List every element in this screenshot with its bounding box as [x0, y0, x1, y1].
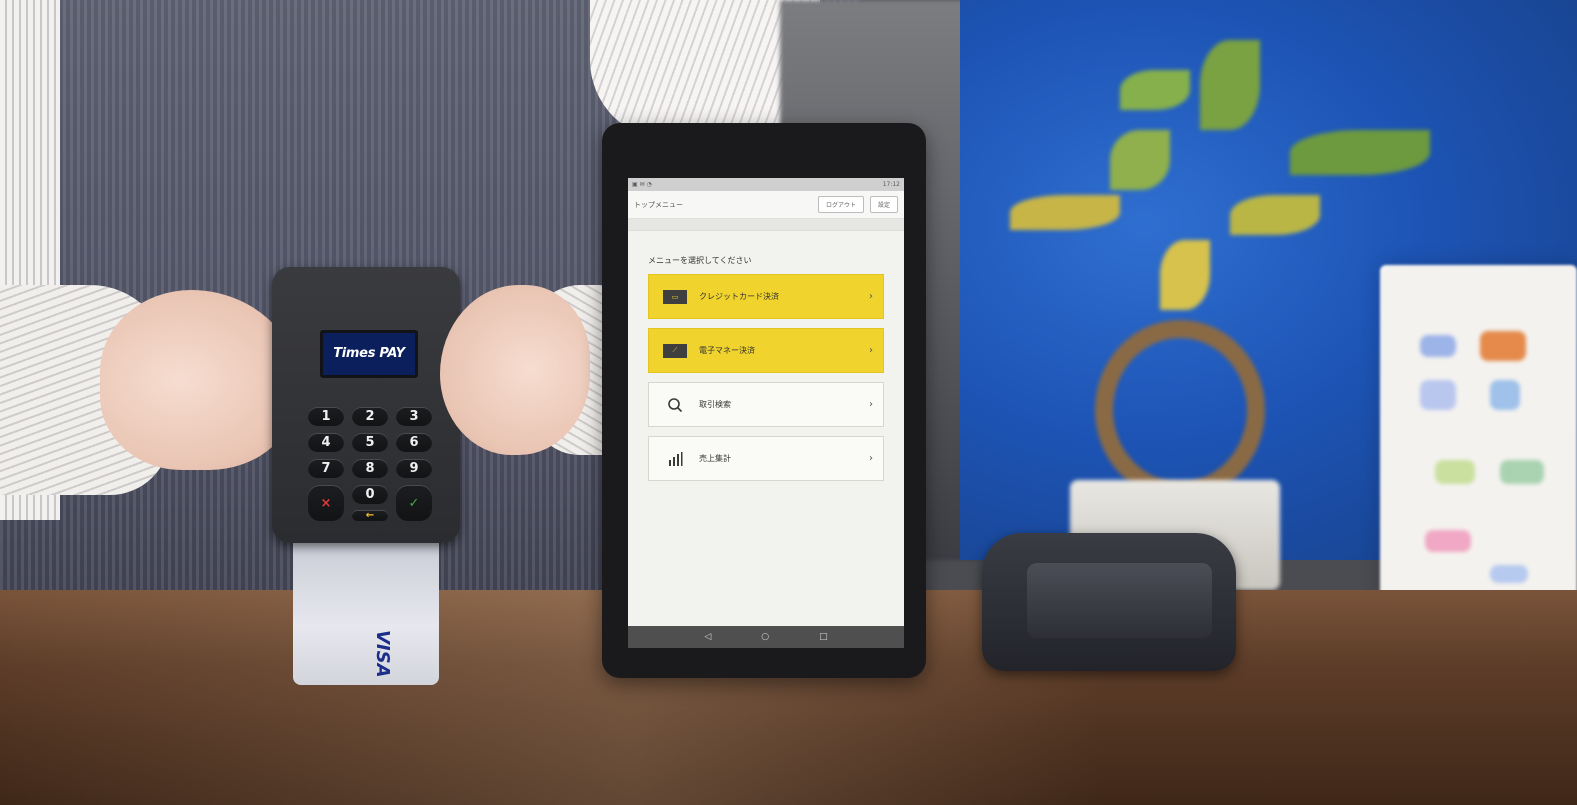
plant-leaf: [1290, 130, 1430, 175]
brand-logo: [1490, 380, 1520, 410]
card-reader: Times PAY 1 2 3 4 5 6 7 8 9 × 0 ← ✓: [272, 267, 460, 543]
menu-item-label: 売上集計: [699, 454, 731, 463]
menu-item-sales-summary[interactable]: 売上集計 ›: [648, 436, 884, 481]
chevron-right-icon: ›: [869, 291, 873, 302]
key-8[interactable]: 8: [352, 459, 388, 478]
recent-apps-icon[interactable]: □: [819, 632, 828, 642]
chevron-right-icon: ›: [869, 399, 873, 410]
brand-logo: [1420, 380, 1456, 410]
plant-leaf: [1110, 130, 1170, 190]
reader-keypad: 1 2 3 4 5 6 7 8 9 × 0 ← ✓: [308, 407, 432, 521]
back-icon[interactable]: ◁: [704, 632, 711, 642]
chevron-right-icon: ›: [869, 453, 873, 464]
menu-prompt: メニューを選択してください: [648, 256, 752, 265]
home-icon[interactable]: ○: [761, 632, 769, 642]
clear-key[interactable]: ←: [352, 510, 388, 521]
app-bar-actions: ログアウト 設定: [817, 196, 898, 213]
receipt-printer: [982, 533, 1236, 671]
menu-item-label: 取引検索: [699, 400, 731, 409]
brand-logo: [1480, 331, 1526, 361]
menu-item-transaction-search[interactable]: 取引検索 ›: [648, 382, 884, 427]
chevron-right-icon: ›: [869, 345, 873, 356]
plant-leaf: [1160, 240, 1210, 310]
plant-leaf: [1230, 195, 1320, 235]
credit-card: VISA: [293, 540, 439, 685]
menu-item-credit-card[interactable]: ▭ クレジットカード決済 ›: [648, 274, 884, 319]
breadcrumb-bar: [628, 219, 904, 231]
key-1[interactable]: 1: [308, 407, 344, 426]
plant-trunk: [1095, 320, 1265, 500]
key-0[interactable]: 0: [352, 485, 388, 504]
reader-display: Times PAY: [320, 330, 418, 378]
tablet-screen: ▣ ✉ ◔ 17:12 トップメニュー ログアウト 設定 メニューを選択してくだ…: [628, 178, 904, 648]
main-menu: ▭ クレジットカード決済 › ⟋ 電子マネー決済 › 取引検索 › 売上集計 ›: [648, 274, 884, 481]
key-4[interactable]: 4: [308, 433, 344, 452]
visa-logo: VISA: [372, 630, 393, 678]
logout-button[interactable]: ログアウト: [817, 196, 864, 213]
app-bar: トップメニュー ログアウト 設定: [628, 191, 904, 219]
key-2[interactable]: 2: [352, 407, 388, 426]
photo-scene: VISA Times PAY 1 2 3 4 5 6 7 8 9 × 0 ← ✓: [0, 0, 1577, 805]
plant-leaf: [1200, 40, 1260, 130]
credit-card-icon: ▭: [663, 289, 687, 304]
key-7[interactable]: 7: [308, 459, 344, 478]
status-bar: ▣ ✉ ◔ 17:12: [628, 178, 904, 191]
brand-logo: [1420, 335, 1456, 357]
page-title: トップメニュー: [634, 200, 683, 209]
cancel-key[interactable]: ×: [308, 485, 344, 521]
plant-leaf: [1010, 195, 1120, 230]
brand-logo: [1425, 530, 1471, 552]
tablet-device: ▣ ✉ ◔ 17:12 トップメニュー ログアウト 設定 メニューを選択してくだ…: [602, 123, 926, 678]
printer-lid: [1027, 563, 1212, 638]
reader-brand-logo: Times PAY: [333, 345, 405, 361]
bar-chart-icon: [663, 451, 687, 466]
key-9[interactable]: 9: [396, 459, 432, 478]
zero-clear-group: 0 ←: [352, 485, 388, 521]
confirm-key[interactable]: ✓: [396, 485, 432, 521]
settings-button[interactable]: 設定: [869, 196, 898, 213]
payment-brands-sign: [1380, 265, 1577, 615]
key-6[interactable]: 6: [396, 433, 432, 452]
e-money-icon: ⟋: [663, 343, 687, 358]
menu-item-label: 電子マネー決済: [699, 346, 755, 355]
status-time: 17:12: [882, 181, 900, 188]
key-3[interactable]: 3: [396, 407, 432, 426]
search-icon: [663, 397, 687, 412]
status-icons-left: ▣ ✉ ◔: [632, 181, 652, 188]
plant-leaf: [1120, 70, 1190, 110]
brand-logo: [1500, 460, 1544, 484]
key-5[interactable]: 5: [352, 433, 388, 452]
menu-item-e-money[interactable]: ⟋ 電子マネー決済 ›: [648, 328, 884, 373]
brand-logo: [1435, 460, 1475, 484]
menu-item-label: クレジットカード決済: [699, 292, 779, 301]
right-hand: [440, 285, 590, 455]
brand-logo: [1490, 565, 1528, 583]
android-nav-bar: ◁ ○ □: [628, 626, 904, 648]
